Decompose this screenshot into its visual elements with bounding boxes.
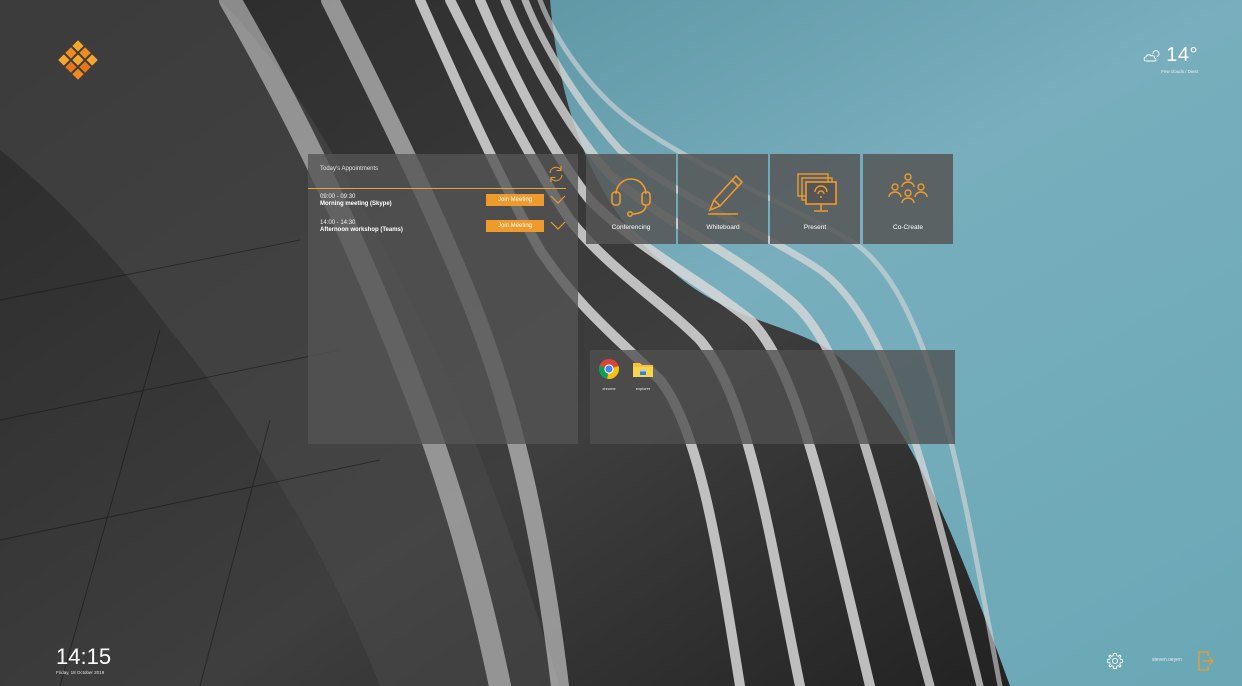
clock-date: Friday, 18 October 2019 xyxy=(56,670,105,675)
app-chrome[interactable]: chrome xyxy=(596,358,622,391)
refresh-icon[interactable] xyxy=(546,164,566,184)
people-group-icon xyxy=(888,173,928,204)
logout-icon[interactable] xyxy=(1197,650,1215,672)
user-name: steven.oeyen xyxy=(1152,657,1182,663)
brand-logo xyxy=(58,40,98,80)
chevron-down-icon[interactable] xyxy=(550,193,566,205)
folder-icon xyxy=(633,363,653,377)
appointment-item: 14:00 - 14:30 Afternoon workshop (Teams)… xyxy=(320,220,570,240)
temperature: 14° xyxy=(1166,44,1198,66)
present-screen-icon xyxy=(797,173,837,212)
weather-description: Few clouds / Diest xyxy=(1161,69,1198,74)
headset-icon xyxy=(611,178,651,217)
background-image xyxy=(0,0,1242,686)
tile-conferencing[interactable]: Conferencing xyxy=(586,154,676,244)
join-meeting-button[interactable]: Join Meeting xyxy=(486,220,544,232)
apps-panel: chrome explorer xyxy=(590,350,955,444)
clock-widget: 14:15 Friday, 18 October 2019 xyxy=(56,644,112,676)
clock-time: 14:15 xyxy=(56,644,112,669)
weather-widget: 14° Few clouds / Diest xyxy=(1142,44,1198,74)
app-label: chrome xyxy=(602,386,616,391)
app-label: explorer xyxy=(635,386,651,391)
partly-cloudy-icon xyxy=(1143,49,1160,61)
tile-label: Co-Create xyxy=(893,224,923,231)
tile-present[interactable]: Present xyxy=(770,154,860,244)
tile-label: Present xyxy=(803,224,827,231)
appointments-panel: Today's Appointments 09:00 - 09:30 Morni… xyxy=(308,154,578,444)
chevron-down-icon[interactable] xyxy=(550,219,566,231)
tile-whiteboard[interactable]: Whiteboard xyxy=(678,154,768,244)
tile-co-create[interactable]: Co-Create xyxy=(863,154,953,244)
appointment-item: 09:00 - 09:30 Morning meeting (Skype) Jo… xyxy=(320,194,570,214)
tile-label: Whiteboard xyxy=(706,224,740,231)
chrome-icon xyxy=(598,359,619,379)
appointments-header: Today's Appointments xyxy=(320,166,379,172)
appointments-divider xyxy=(308,188,566,189)
tile-label: Conferencing xyxy=(611,224,651,231)
pen-icon xyxy=(708,174,744,215)
app-explorer[interactable]: explorer xyxy=(630,358,656,391)
join-meeting-button[interactable]: Join Meeting xyxy=(486,194,544,206)
gear-icon[interactable] xyxy=(1106,652,1124,670)
